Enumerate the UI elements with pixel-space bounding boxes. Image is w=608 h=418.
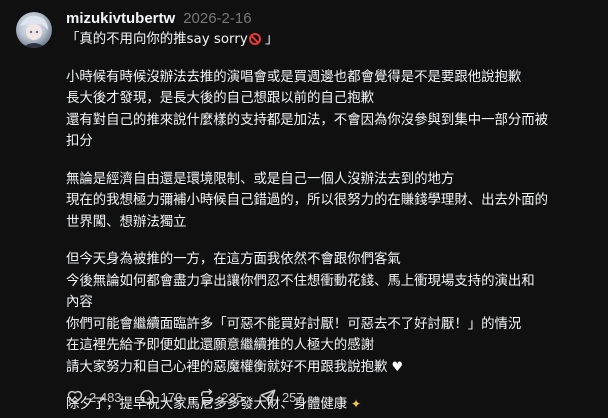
repost-icon — [201, 388, 214, 406]
post-line: 扣分 — [66, 134, 93, 149]
comment-icon — [139, 389, 154, 404]
post-line: 世界闖、想辦法獨立 — [66, 214, 187, 230]
post-actions: 2,483 170 235 257 — [66, 386, 320, 408]
share-button[interactable]: 257 — [259, 388, 304, 406]
post-line: 內容 — [66, 295, 93, 310]
username[interactable]: mizukivtubertw — [66, 10, 175, 27]
heart-icon — [67, 390, 83, 405]
post-content: 「真的不用向你的推say sorry 」 小時候有時候沒辦法去推的演唱會或是買週… — [66, 29, 598, 416]
avatar-image — [20, 15, 48, 48]
post-line: 還有對自己的推來說什麼樣的支持都是加法，不會因為你沒參與到集中一部分而被 — [66, 112, 549, 128]
post-date[interactable]: 2026-2-16 — [183, 10, 251, 27]
sparkles-icon: ✦ — [347, 397, 362, 411]
repost-count: 235 — [221, 389, 243, 405]
avatar[interactable] — [16, 12, 52, 48]
post-line: 但今天身為被推的一方，在這方面我依然不會跟你們客氣 — [66, 252, 401, 267]
send-icon — [260, 389, 276, 405]
post-line-text: 「真的不用向你的推say sorry — [66, 32, 248, 47]
post-line: 小時候有時候沒辦法去推的演唱會或是買週邊也都會覺得是不是要跟他說抱歉 — [66, 69, 522, 85]
repost-button[interactable]: 235 — [198, 388, 243, 406]
thread-post: mizukivtubertw 2026-2-16 「真的不用向你的推say so… — [0, 0, 608, 418]
post-line: 在這裡先給予即便如此還願意繼續推的人極大的感謝 — [66, 338, 374, 353]
comment-button[interactable]: 170 — [138, 388, 183, 406]
post-line-text: 」 — [260, 32, 279, 47]
post-header: mizukivtubertw 2026-2-16 — [66, 10, 252, 30]
no-entry-icon — [248, 33, 261, 45]
post-line: 請大家努力和自己心裡的惡魔權衡就好不用跟我說抱歉 ♥ — [66, 357, 598, 379]
post-line: 你們可能會繼續面臨許多「可惡不能買好討厭！可惡去不了好討厭！」的情況 — [66, 316, 522, 332]
like-button[interactable]: 2,483 — [66, 388, 122, 406]
comment-count: 170 — [160, 389, 183, 405]
post-line-text: 請大家努力和自己心裡的惡魔權衡就好不用跟我說抱歉 — [66, 359, 388, 375]
post-line: 長大後才發現，是長大後的自己想跟以前的自己抱歉 — [66, 91, 374, 106]
post-line: 「真的不用向你的推say sorry 」 — [66, 29, 598, 51]
heart-emoji-icon: ♥ — [387, 359, 404, 375]
like-count: 2,483 — [89, 389, 122, 405]
post-line: 無論是經濟自由還是環境限制、或是自己一個人沒辦法去到的地方 — [66, 171, 455, 187]
post-line: 現在的我想極力彌補小時候自己錯過的，所以很努力的在賺錢學理財、出去外面的 — [66, 193, 549, 208]
post-line: 今後無論如何都會盡力拿出讓你們忍不住想衝動花錢、馬上衝現場支持的演出和 — [66, 273, 535, 289]
share-count: 257 — [281, 389, 304, 405]
